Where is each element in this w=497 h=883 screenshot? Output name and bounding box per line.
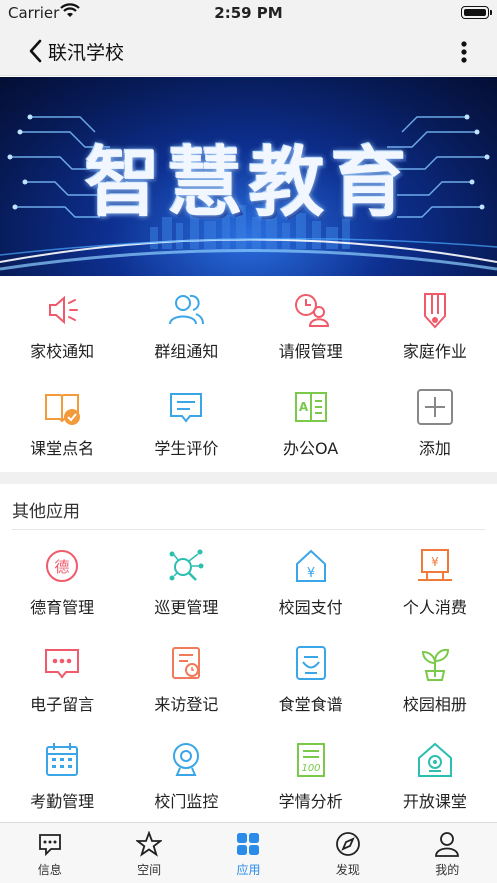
other-apps-grid: 德德育管理 巡更管理 ¥ 校园支付 ¥ 个人消费 电子留言 来访登记 食堂食谱 校园相册 考勤管理校… <box>0 532 497 823</box>
app-tile-label: 办公OA <box>282 439 339 458</box>
tab-item[interactable]: 信息 <box>0 823 99 883</box>
attendance-calendar-icon <box>42 740 82 780</box>
other-apps-title: 其他应用 <box>12 502 80 522</box>
book-check-icon <box>42 387 82 427</box>
tab-label: 应用 <box>236 863 261 877</box>
app-tile[interactable]: 添加 <box>373 373 497 470</box>
app-tile-label: 来访登记 <box>154 695 219 714</box>
more-vertical-icon[interactable] <box>459 40 469 64</box>
app-tile-label: 电子留言 <box>30 695 95 714</box>
app-tile-label: 添加 <box>418 439 451 458</box>
app-tile[interactable]: 家庭作业 <box>373 276 497 373</box>
tab-label: 信息 <box>37 863 62 877</box>
office-id-card-icon: A <box>291 387 331 427</box>
app-tile[interactable]: 家校通知 <box>0 276 124 373</box>
tab-label: 我的 <box>435 863 460 877</box>
tab-label: 发现 <box>335 863 360 877</box>
promo-banner[interactable]: 智慧教育 <box>0 77 497 276</box>
chat-icon <box>37 831 63 857</box>
app-tile[interactable]: ¥ 校园支付 <box>249 532 373 629</box>
app-tile[interactable]: 学生评价 <box>124 373 248 470</box>
app-tile[interactable]: 请假管理 <box>249 276 373 373</box>
app-tile-label: 群组通知 <box>154 342 219 361</box>
app-tile-label: 校门监控 <box>154 792 219 811</box>
apps-grid-icon <box>235 831 261 857</box>
battery-icon <box>461 6 492 19</box>
speaker-icon <box>42 290 82 330</box>
tab-item[interactable]: 我的 <box>398 823 497 883</box>
gate-camera-icon <box>166 740 206 780</box>
canteen-menu-icon <box>291 643 331 683</box>
svg-text:100: 100 <box>301 763 320 774</box>
app-tile[interactable]: 来访登记 <box>124 629 248 726</box>
app-tile-label: 校园相册 <box>402 695 467 714</box>
app-tile-label: 学情分析 <box>278 792 343 811</box>
section-divider <box>12 529 485 530</box>
svg-text:德: 德 <box>55 558 70 576</box>
app-tile-label: 学生评价 <box>154 439 219 458</box>
patrol-search-icon <box>166 546 206 586</box>
app-tile-label: 考勤管理 <box>30 792 95 811</box>
banner-slogan: 智慧教育 <box>84 138 413 227</box>
album-plant-icon <box>415 643 455 683</box>
app-tile[interactable]: A 办公OA <box>249 373 373 470</box>
homework-pencil-icon <box>415 290 455 330</box>
tab-item[interactable]: 应用 <box>199 823 298 883</box>
score-analysis-icon: 100 <box>291 740 331 780</box>
app-tile-label: 课堂点名 <box>30 439 95 458</box>
svg-text:A: A <box>298 400 308 414</box>
user-icon <box>434 831 460 857</box>
app-tile-label: 开放课堂 <box>402 792 467 811</box>
main-apps-grid: 家校通知 群组通知 请假管理 家庭作业课堂点名 学生评价 A 办公OA 添加 <box>0 276 497 470</box>
tab-bar: 信息 空间 应用 发现 我的 <box>0 822 497 883</box>
personal-spend-icon: ¥ <box>415 546 455 586</box>
app-tile-label: 个人消费 <box>402 598 467 617</box>
svg-text:¥: ¥ <box>431 555 439 569</box>
add-icon <box>415 387 455 427</box>
app-tile[interactable]: 开放课堂 <box>373 726 497 823</box>
visitor-register-icon <box>166 643 206 683</box>
tab-item[interactable]: 发现 <box>298 823 397 883</box>
app-tile-label: 食堂食谱 <box>278 695 343 714</box>
open-class-icon <box>415 740 455 780</box>
compass-icon <box>335 831 361 857</box>
app-tile[interactable]: 校门监控 <box>124 726 248 823</box>
star-icon <box>134 830 164 857</box>
app-tile-label: 家校通知 <box>30 342 95 361</box>
app-tile[interactable]: ¥ 个人消费 <box>373 532 497 629</box>
app-tile-label: 校园支付 <box>278 598 343 617</box>
nav-title: 联汛学校 <box>48 42 125 64</box>
app-tile[interactable]: 校园相册 <box>373 629 497 726</box>
app-tile-label: 巡更管理 <box>154 598 219 617</box>
section-separator <box>0 472 497 484</box>
app-tile-label: 德育管理 <box>30 598 95 617</box>
message-bubble-icon <box>42 643 82 683</box>
chevron-left-icon[interactable] <box>26 38 46 64</box>
app-tile-label: 请假管理 <box>278 342 343 361</box>
app-tile[interactable]: 群组通知 <box>124 276 248 373</box>
campus-pay-icon: ¥ <box>291 546 331 586</box>
app-tile[interactable]: 德德育管理 <box>0 532 124 629</box>
leave-clock-user-icon <box>291 290 331 330</box>
app-tile[interactable]: 电子留言 <box>0 629 124 726</box>
group-icon <box>166 290 206 330</box>
app-tile[interactable]: 食堂食谱 <box>249 629 373 726</box>
nav-bar: 联汛学校 <box>0 26 497 76</box>
clock: 2:59 PM <box>214 4 283 22</box>
tab-item[interactable]: 空间 <box>99 823 198 883</box>
svg-text:¥: ¥ <box>306 566 314 581</box>
tab-label: 空间 <box>137 863 162 877</box>
app-tile-label: 家庭作业 <box>402 342 467 361</box>
app-tile[interactable]: 100 学情分析 <box>249 726 373 823</box>
app-tile[interactable]: 课堂点名 <box>0 373 124 470</box>
app-tile[interactable]: 考勤管理 <box>0 726 124 823</box>
comment-icon <box>166 387 206 427</box>
app-tile[interactable]: 巡更管理 <box>124 532 248 629</box>
status-bar: Carrier 2:59 PM <box>0 0 497 26</box>
moral-badge-icon: 德 <box>42 546 82 586</box>
